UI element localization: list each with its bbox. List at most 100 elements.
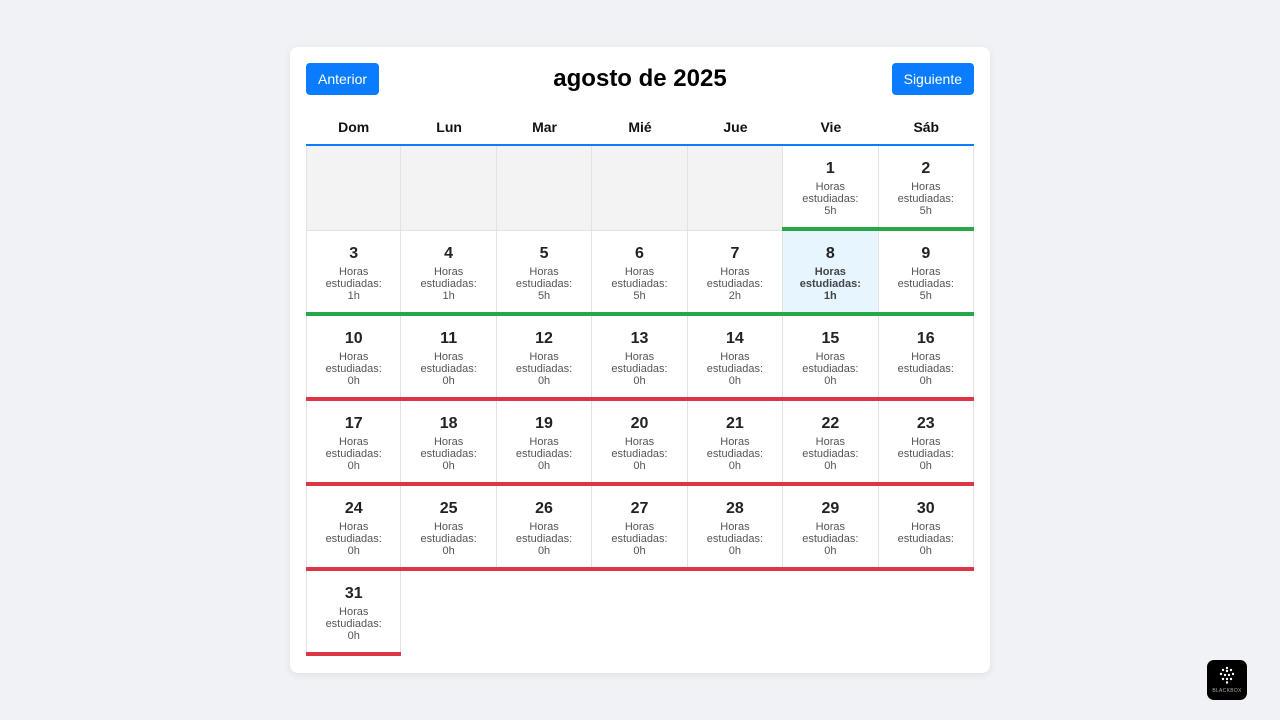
hours-studied-label: Horas estudiadas:: [420, 266, 477, 290]
hours-studied-label: Horas estudiadas:: [897, 181, 954, 205]
day-cell[interactable]: 1 Horas estudiadas: 5h: [782, 146, 879, 231]
hours-studied-label: Horas estudiadas:: [799, 266, 861, 290]
day-number: 25: [439, 500, 458, 517]
day-number: 21: [726, 415, 744, 432]
hours-studied-text: Horas estudiadas: 1h: [319, 266, 389, 302]
hours-studied-text: Horas estudiadas: 0h: [319, 351, 389, 387]
goal-missed-bar: [400, 567, 497, 571]
hours-studied-text: Horas estudiadas: 5h: [891, 266, 961, 302]
hours-studied-label: Horas estudiadas:: [420, 436, 477, 460]
hours-studied-text: Horas estudiadas: 0h: [319, 521, 389, 557]
hours-studied-label: Horas estudiadas:: [515, 351, 573, 375]
day-cell[interactable]: 28 Horas estudiadas: 0h: [686, 486, 784, 571]
hours-studied-value: 2h: [728, 290, 742, 302]
day-cell[interactable]: 8 Horas estudiadas: 1h: [782, 231, 879, 316]
day-cell[interactable]: 6 Horas estudiadas: 5h: [591, 231, 688, 316]
hours-studied-text: Horas estudiadas: 0h: [700, 521, 770, 557]
weekday-label: Mar: [532, 119, 558, 135]
day-number: 31: [344, 585, 363, 602]
goal-missed-bar: [782, 567, 879, 571]
day-cell[interactable]: 22 Horas estudiadas: 0h: [782, 401, 879, 486]
hours-studied-value: 0h: [824, 375, 837, 387]
day-cell[interactable]: 13 Horas estudiadas: 0h: [591, 316, 688, 401]
day-number: 29: [821, 500, 840, 517]
hours-studied-value: 0h: [728, 460, 742, 472]
day-number: 15: [821, 330, 840, 347]
hours-studied-value: 0h: [442, 460, 455, 472]
hours-studied-text: Horas estudiadas: 5h: [604, 266, 674, 302]
hours-studied-value: 0h: [347, 545, 360, 557]
day-cell[interactable]: 30 Horas estudiadas: 0h: [877, 486, 974, 571]
hours-studied-label: Horas estudiadas:: [897, 351, 954, 375]
day-cell[interactable]: 12 Horas estudiadas: 0h: [495, 316, 593, 401]
hours-studied-label: Horas estudiadas:: [802, 436, 859, 460]
hours-studied-label: Horas estudiadas:: [897, 521, 954, 545]
hours-studied-text: Horas estudiadas: 0h: [509, 521, 579, 557]
next-month-button[interactable]: Siguiente: [891, 63, 974, 95]
day-cell[interactable]: 16 Horas estudiadas: 0h: [877, 316, 974, 401]
day-cell[interactable]: 21 Horas estudiadas: 0h: [686, 401, 784, 486]
day-cell[interactable]: 20 Horas estudiadas: 0h: [591, 401, 688, 486]
day-cell[interactable]: 11 Horas estudiadas: 0h: [400, 316, 497, 401]
day-cell[interactable]: 3 Horas estudiadas: 1h: [306, 231, 402, 316]
hours-studied-value: 5h: [824, 205, 837, 217]
hours-studied-value: 0h: [633, 375, 646, 387]
hours-studied-value: 0h: [347, 630, 360, 642]
hours-studied-label: Horas estudiadas:: [706, 266, 764, 290]
calendar-header: Anterior agosto de 2025 Siguiente: [306, 63, 974, 95]
hours-studied-label: Horas estudiadas:: [515, 436, 573, 460]
goal-missed-bar: [877, 567, 974, 571]
calendar-day-grid: 1 Horas estudiadas: 5h 2 Horas estudiadas: 5h…: [306, 146, 974, 656]
hours-studied-value: 1h: [823, 290, 837, 302]
day-cell[interactable]: 31 Horas estudiadas: 0h: [306, 571, 402, 656]
day-number: 2: [921, 160, 931, 177]
hours-studied-text: Horas estudiadas: 0h: [604, 436, 674, 472]
day-cell[interactable]: 23 Horas estudiadas: 0h: [877, 401, 974, 486]
blackbox-logo[interactable]: BLACKBOX: [1207, 660, 1247, 700]
day-cell[interactable]: 26 Horas estudiadas: 0h: [495, 486, 593, 571]
day-cell[interactable]: 25 Horas estudiadas: 0h: [400, 486, 497, 571]
day-cell[interactable]: 18 Horas estudiadas: 0h: [400, 401, 497, 486]
hours-studied-label: Horas estudiadas:: [325, 436, 382, 460]
day-cell[interactable]: 29 Horas estudiadas: 0h: [782, 486, 879, 571]
hours-studied-text: Horas estudiadas: 2h: [700, 266, 770, 302]
hours-studied-value: 0h: [442, 545, 455, 557]
hours-studied-text: Horas estudiadas: 0h: [891, 436, 961, 472]
day-number: 26: [535, 500, 553, 517]
day-cell[interactable]: 9 Horas estudiadas: 5h: [877, 231, 974, 316]
weekday-label: Vie: [820, 119, 842, 135]
day-cell[interactable]: 4 Horas estudiadas: 1h: [400, 231, 497, 316]
day-cell[interactable]: 15 Horas estudiadas: 0h: [782, 316, 879, 401]
hours-studied-label: Horas estudiadas:: [325, 521, 382, 545]
day-cell[interactable]: 24 Horas estudiadas: 0h: [306, 486, 402, 571]
goal-missed-bar: [591, 567, 688, 571]
hours-studied-value: 0h: [728, 375, 742, 387]
hours-studied-text: Horas estudiadas: 0h: [319, 606, 389, 642]
day-cell[interactable]: 2 Horas estudiadas: 5h: [877, 146, 974, 231]
day-number: 24: [344, 500, 363, 517]
day-cell[interactable]: 27 Horas estudiadas: 0h: [591, 486, 688, 571]
logo-text: BLACKBOX: [1212, 688, 1242, 694]
goal-missed-bar: [306, 652, 402, 656]
hours-studied-text: Horas estudiadas: 5h: [891, 181, 961, 217]
day-cell[interactable]: 5 Horas estudiadas: 5h: [495, 231, 593, 316]
hours-studied-label: Horas estudiadas:: [802, 521, 859, 545]
hours-studied-value: 5h: [919, 290, 932, 302]
hours-studied-text: Horas estudiadas: 0h: [891, 351, 961, 387]
hours-studied-text: Horas estudiadas: 0h: [891, 521, 961, 557]
hours-studied-value: 0h: [537, 375, 551, 387]
hours-studied-text: Horas estudiadas: 0h: [319, 436, 389, 472]
day-number: 8: [825, 245, 835, 262]
day-cell[interactable]: 14 Horas estudiadas: 0h: [686, 316, 784, 401]
day-cell[interactable]: 7 Horas estudiadas: 2h: [686, 231, 784, 316]
day-cell[interactable]: 17 Horas estudiadas: 0h: [306, 401, 402, 486]
day-cell[interactable]: 10 Horas estudiadas: 0h: [306, 316, 402, 401]
hours-studied-text: Horas estudiadas: 1h: [414, 266, 484, 302]
empty-day-cell: [687, 146, 784, 231]
hours-studied-value: 5h: [537, 290, 551, 302]
weekday-label: Dom: [338, 119, 370, 135]
hours-studied-label: Horas estudiadas:: [611, 266, 668, 290]
day-cell[interactable]: 19 Horas estudiadas: 0h: [495, 401, 593, 486]
hours-studied-value: 0h: [347, 375, 360, 387]
day-number: 10: [344, 330, 363, 347]
